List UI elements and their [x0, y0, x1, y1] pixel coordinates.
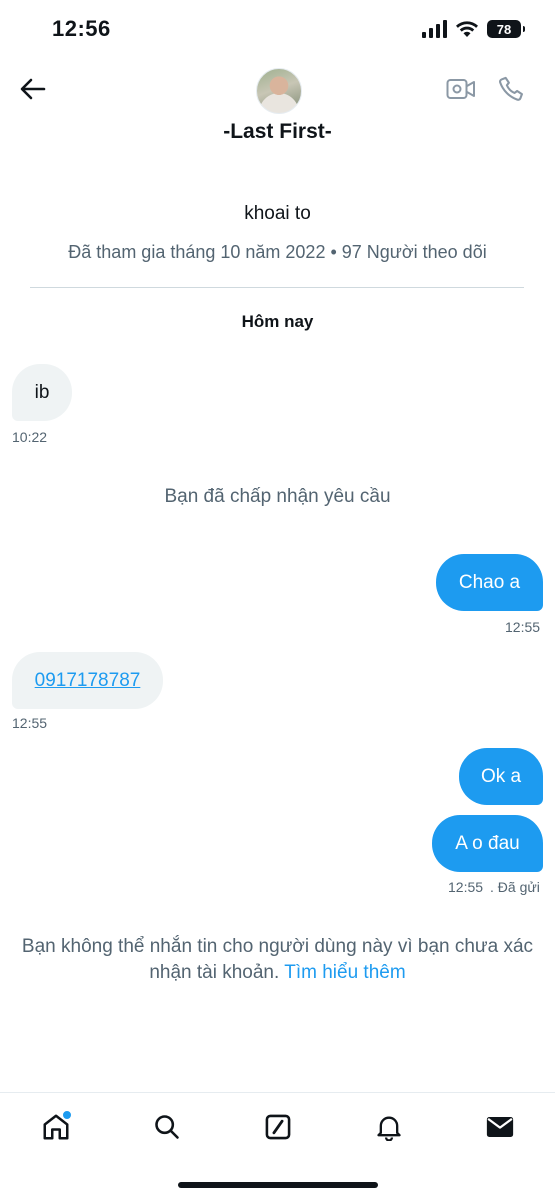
- conversation-title[interactable]: -Last First-: [0, 120, 555, 144]
- phone-icon: [499, 76, 523, 101]
- divider: [30, 287, 524, 288]
- cannot-message-notice: Bạn không thể nhắn tin cho người dùng nà…: [20, 934, 535, 986]
- search-icon: [155, 1115, 179, 1139]
- battery-level: 78: [496, 21, 512, 37]
- message-text: Ok a: [480, 765, 522, 787]
- video-icon: [446, 79, 475, 99]
- status-time: 12:56: [52, 16, 111, 41]
- message-outgoing[interactable]: Chao a: [436, 554, 543, 611]
- nav-messages[interactable]: [480, 1107, 520, 1147]
- nav-notifications[interactable]: [369, 1107, 409, 1147]
- day-separator: Hôm nay: [241, 312, 314, 331]
- message-incoming[interactable]: 0917178787: [12, 652, 163, 709]
- status-icons: 78: [421, 20, 525, 38]
- nav-search[interactable]: [147, 1107, 187, 1147]
- arrow-left-icon: [20, 78, 46, 100]
- message-outgoing[interactable]: Ok a: [459, 748, 543, 805]
- voice-call-button[interactable]: [496, 72, 528, 106]
- message-outgoing[interactable]: A o đau: [432, 815, 543, 872]
- message-status: . Đã gửi: [490, 879, 540, 895]
- wifi-icon: [456, 21, 478, 37]
- message-timestamp: 12:55: [12, 715, 48, 731]
- avatar[interactable]: [256, 68, 302, 114]
- message-text: ib: [34, 381, 50, 403]
- home-indicator: [178, 1182, 378, 1188]
- battery-indicator: 78: [487, 20, 525, 38]
- signal-icon: [422, 20, 447, 38]
- message-timestamp: 10:22: [12, 429, 48, 445]
- notifications-icon: [377, 1116, 401, 1141]
- notification-dot: [62, 1110, 72, 1120]
- message-incoming[interactable]: ib: [12, 364, 72, 421]
- nav-compose[interactable]: [258, 1107, 298, 1147]
- learn-more-link[interactable]: Tìm hiểu thêm: [284, 962, 405, 983]
- phone-number-link[interactable]: 0917178787: [35, 670, 141, 692]
- message-text: A o đau: [455, 832, 520, 854]
- notice-text: Bạn không thể nhắn tin cho người dùng nà…: [21, 936, 534, 983]
- messages-icon: [486, 1117, 514, 1137]
- message-timestamp: 12:55: [505, 619, 541, 635]
- compose-icon: [265, 1114, 291, 1140]
- nav-home[interactable]: [36, 1107, 76, 1147]
- profile-handle: khoai to: [244, 203, 311, 224]
- back-button[interactable]: [16, 72, 50, 106]
- message-timestamp: 12:55: [448, 879, 484, 895]
- profile-meta: Đã tham gia tháng 10 năm 2022 • 97 Người…: [68, 242, 487, 262]
- system-message: Bạn đã chấp nhận yêu cầu: [164, 486, 391, 507]
- message-text: Chao a: [458, 571, 521, 593]
- video-call-button[interactable]: [444, 74, 478, 104]
